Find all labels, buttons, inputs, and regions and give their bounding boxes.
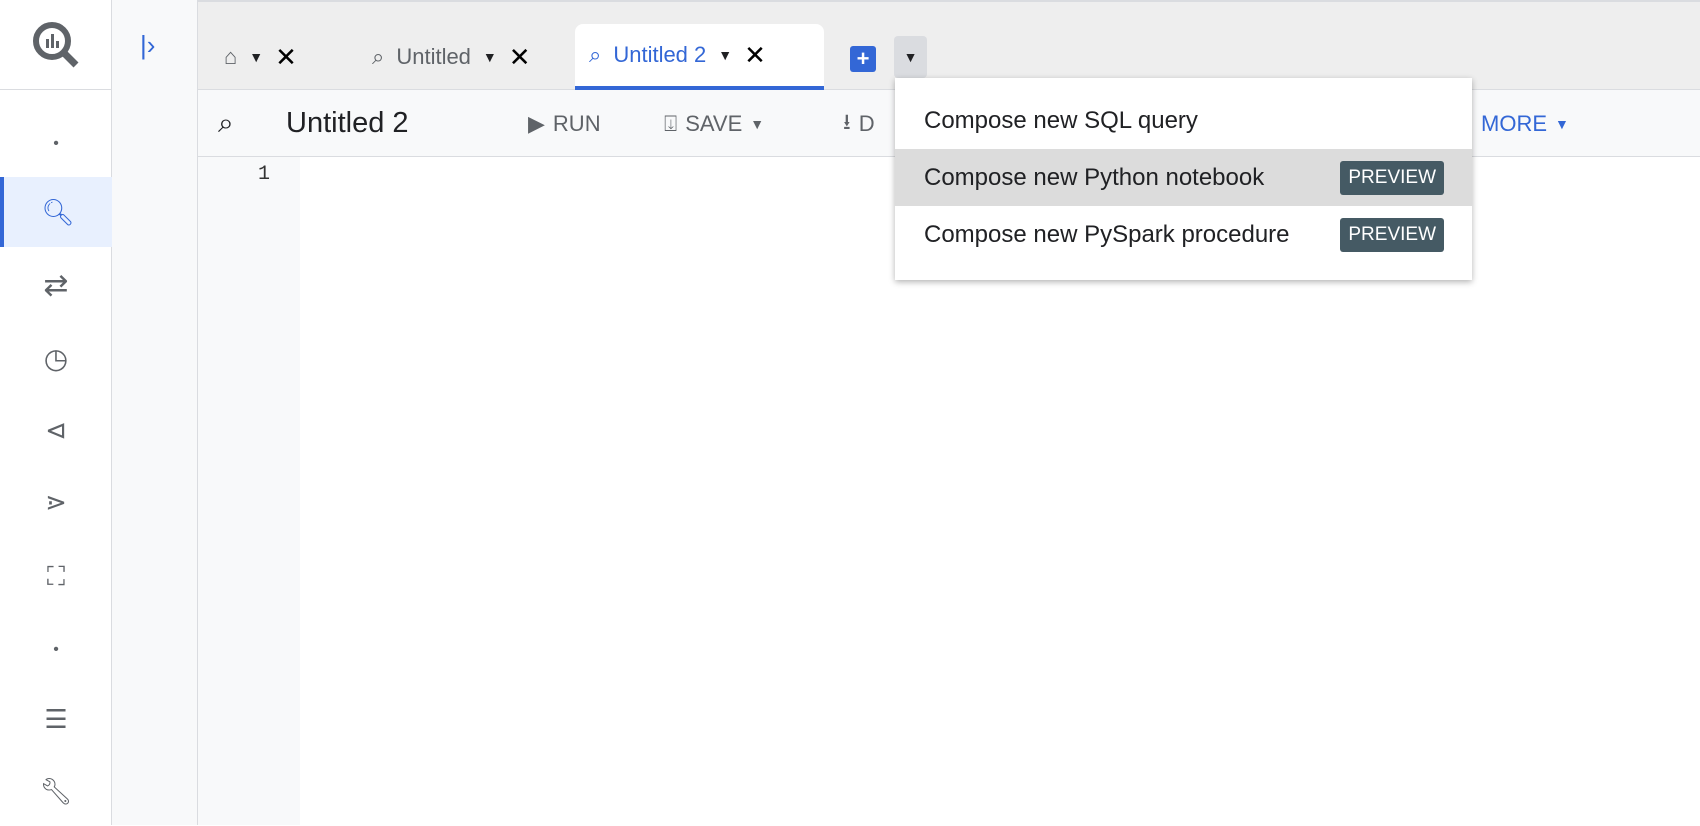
nav-wrench-icon[interactable]: 🔧︎ xyxy=(0,756,112,826)
line-number: 1 xyxy=(257,163,270,186)
nav-list-icon[interactable]: ☰ xyxy=(0,684,112,754)
new-tab-dropdown-button[interactable]: ▼ xyxy=(894,36,927,78)
new-tab-plus-button[interactable]: + xyxy=(850,46,876,72)
tab-untitled[interactable]: ⌕ Untitled ▼ ✕ xyxy=(358,24,545,90)
close-icon[interactable]: ✕ xyxy=(744,40,766,71)
bigquery-icon: ⌕ xyxy=(372,44,385,69)
nav-dataflow-icon[interactable]: ⋗ xyxy=(0,467,112,537)
close-icon[interactable]: ✕ xyxy=(509,42,531,73)
run-button[interactable]: ▶ RUN xyxy=(528,90,601,157)
home-icon: ⌂ xyxy=(224,44,238,69)
nav-analytics-hub-icon[interactable]: ⊲ xyxy=(0,395,112,465)
explorer-panel-collapsed: |› xyxy=(112,0,198,825)
preview-badge: PREVIEW xyxy=(1340,217,1444,252)
nav-search-icon[interactable]: 🔍︎ xyxy=(0,177,112,247)
nav-transfers-icon[interactable]: ⇄ xyxy=(0,250,112,320)
tab-home[interactable]: ⌂ ▼ ✕ xyxy=(210,24,311,90)
chevron-down-icon[interactable]: ▼ xyxy=(483,49,497,65)
save-icon: ⍗ xyxy=(664,110,678,136)
bigquery-icon: ⌕ xyxy=(589,42,602,67)
download-button[interactable]: ⭳ D xyxy=(843,90,875,157)
chevron-down-icon: ▼ xyxy=(750,115,765,132)
menu-item-pyspark-procedure[interactable]: Compose new PySpark procedure PREVIEW xyxy=(895,206,1472,263)
new-tab-menu: Compose new SQL query Compose new Python… xyxy=(895,78,1472,280)
tab-bar: ⌂ ▼ ✕ ⌕ Untitled ▼ ✕ ⌕ Untitled 2 ▼ ✕ + ▼ xyxy=(198,0,1700,90)
nav-history-icon[interactable]: ◷ xyxy=(0,323,112,393)
editor-title: Untitled 2 xyxy=(286,107,409,139)
close-icon[interactable]: ✕ xyxy=(275,42,297,73)
menu-item-sql-query[interactable]: Compose new SQL query xyxy=(895,92,1472,149)
play-icon: ▶ xyxy=(528,110,545,136)
chevron-down-icon[interactable]: ▼ xyxy=(249,49,263,65)
dot-icon: • xyxy=(53,641,59,658)
save-button[interactable]: ⍗ SAVE ▼ xyxy=(664,90,764,157)
more-button[interactable]: MORE ▼ xyxy=(1481,90,1569,157)
line-number-gutter: 1 xyxy=(198,157,300,825)
nav-hierarchy-icon[interactable]: ⛶ xyxy=(0,542,112,612)
bigquery-logo-icon[interactable] xyxy=(0,0,112,90)
tab-untitled-2[interactable]: ⌕ Untitled 2 ▼ ✕ xyxy=(575,24,824,90)
chevron-down-icon: ▼ xyxy=(1555,115,1569,132)
dot-icon: • xyxy=(53,135,59,152)
menu-item-python-notebook[interactable]: Compose new Python notebook PREVIEW xyxy=(895,149,1472,206)
preview-badge: PREVIEW xyxy=(1340,160,1444,195)
expand-panel-icon[interactable]: |› xyxy=(140,30,155,61)
chevron-down-icon[interactable]: ▼ xyxy=(718,47,732,63)
query-icon: ⌕ xyxy=(218,107,234,138)
left-nav-rail: • 🔍︎ ⇄ ◷ ⊲ ⋗ ⛶ • ☰ 🔧︎ xyxy=(0,0,112,825)
download-icon: ⭳ xyxy=(843,108,851,134)
